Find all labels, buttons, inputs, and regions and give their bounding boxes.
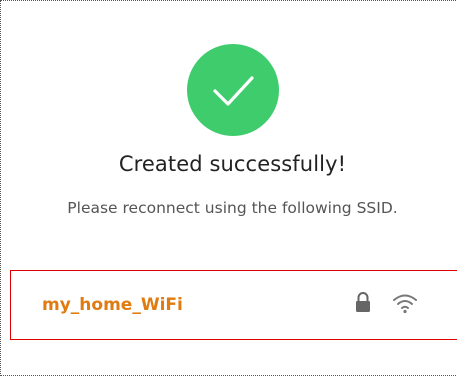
wifi-network-item[interactable]: my_home_WiFi [10, 270, 457, 340]
success-title: Created successfully! [118, 152, 347, 176]
success-checkmark-icon [187, 44, 279, 136]
wifi-signal-icon [393, 294, 417, 314]
ssid-label: my_home_WiFi [42, 295, 183, 315]
lock-icon [356, 292, 370, 312]
reconnect-message: Please reconnect using the following SSI… [67, 199, 398, 217]
